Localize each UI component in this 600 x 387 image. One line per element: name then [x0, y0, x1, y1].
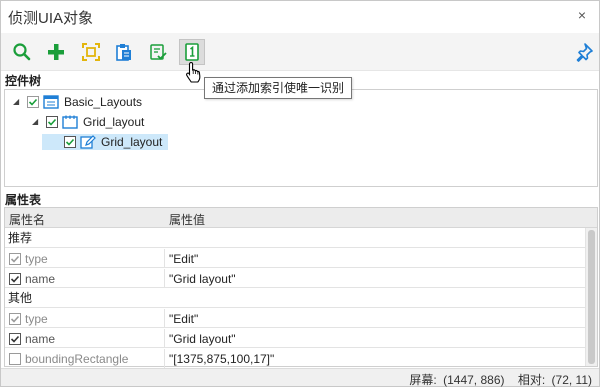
table-row[interactable]: boundingRectangle "[1375,875,100,17]"	[5, 349, 585, 368]
pin-icon	[576, 43, 593, 62]
tree-checkbox[interactable]	[64, 136, 76, 148]
expand-triangle-icon[interactable]: ◢	[32, 118, 40, 126]
property-table-label: 属性表	[5, 193, 42, 207]
scrollbar-thumb[interactable]	[588, 230, 595, 364]
group-row-recommended[interactable]: 推荐	[5, 229, 585, 248]
property-value: "Grid layout"	[169, 271, 236, 286]
uia-inspector-window: 侦测UIA对象 × 控件树 ◢ Basic_Layouts ◢ Grid_lay…	[0, 0, 600, 387]
toolbar	[1, 33, 599, 83]
window-title: 侦测UIA对象	[8, 10, 94, 27]
screen-label: 屏幕:	[409, 373, 437, 387]
tree-node-label: Grid_layout	[101, 135, 163, 149]
close-button[interactable]: ×	[575, 8, 589, 22]
property-value: "Grid layout"	[169, 331, 236, 346]
table-row[interactable]: name "Grid layout"	[5, 269, 585, 288]
property-name: boundingRectangle	[25, 351, 129, 366]
coordinates-readout: 屏幕: (1447, 886) 相对: (72, 11)	[399, 371, 592, 387]
edit-icon	[80, 135, 96, 149]
validate-icon	[150, 44, 167, 60]
row-checkbox	[9, 352, 21, 365]
tree-node-grid-layout[interactable]: ◢ Grid_layout	[32, 114, 144, 130]
add-button[interactable]	[43, 39, 69, 65]
hand-cursor-icon	[186, 61, 201, 83]
row-checkbox[interactable]	[9, 332, 21, 345]
property-value: "[1375,875,100,17]"	[169, 351, 275, 366]
tree-checkbox[interactable]	[46, 116, 58, 128]
row-checkbox	[9, 252, 21, 265]
property-value: "Edit"	[169, 251, 199, 266]
vertical-scrollbar[interactable]	[585, 228, 597, 366]
control-tree-label: 控件树	[5, 74, 42, 88]
tooltip: 通过添加索引使唯一识别	[204, 77, 353, 99]
tree-node-grid-layout-edit[interactable]: Grid_layout	[42, 134, 168, 150]
table-header: 属性名 属性值	[5, 208, 597, 228]
table-row[interactable]: name "Grid layout"	[5, 329, 585, 348]
column-header-name[interactable]: 属性名	[9, 211, 45, 228]
status-bar: 屏幕: (1447, 886) 相对: (72, 11)	[1, 368, 599, 387]
search-icon	[13, 43, 31, 61]
property-name: type	[25, 311, 48, 326]
grid-icon	[62, 115, 78, 129]
validate-button[interactable]	[145, 39, 171, 65]
table-row[interactable]: type "Edit"	[5, 309, 585, 328]
row-checkbox	[9, 312, 21, 325]
tree-node-basic-layouts[interactable]: ◢ Basic_Layouts	[13, 94, 142, 110]
tree-node-label: Grid_layout	[83, 115, 145, 129]
title-bar: 侦测UIA对象 ×	[1, 1, 599, 33]
property-name: name	[25, 271, 56, 286]
property-value: "Edit"	[169, 311, 199, 326]
tree-node-label: Basic_Layouts	[64, 95, 143, 109]
property-table: 属性名 属性值 推荐 type "Edit" name "Grid layout…	[4, 207, 598, 368]
clipboard-button[interactable]	[111, 39, 137, 65]
capture-icon	[82, 43, 100, 61]
pin-button[interactable]	[571, 39, 597, 65]
screen-coordinates: (1447, 886)	[443, 373, 505, 387]
relative-label: 相对:	[517, 373, 546, 387]
tree-checkbox[interactable]	[27, 96, 39, 108]
column-header-value[interactable]: 属性值	[169, 211, 205, 228]
relative-coordinates: (72, 11)	[551, 373, 592, 387]
property-name: name	[25, 331, 56, 346]
window-icon	[43, 95, 59, 109]
plus-icon	[48, 44, 64, 60]
table-row[interactable]: type "Edit"	[5, 249, 585, 268]
row-checkbox[interactable]	[9, 272, 21, 285]
expand-triangle-icon[interactable]: ◢	[13, 98, 21, 106]
control-tree[interactable]: ◢ Basic_Layouts ◢ Grid_layout Grid_layou…	[4, 89, 598, 187]
search-button[interactable]	[9, 39, 35, 65]
capture-button[interactable]	[78, 39, 104, 65]
index-icon	[185, 43, 199, 61]
clipboard-icon	[116, 44, 131, 61]
property-name: type	[25, 251, 48, 266]
group-row-other[interactable]: 其他	[5, 289, 585, 308]
